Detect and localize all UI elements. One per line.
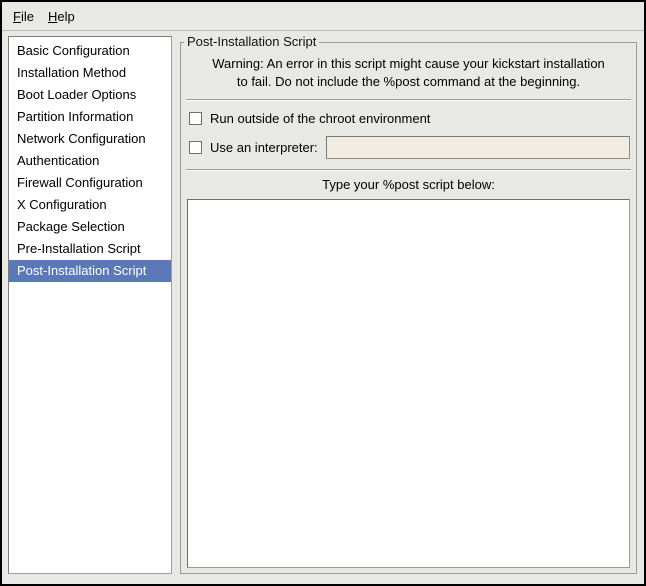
menu-help[interactable]: Help [41, 4, 82, 29]
interpreter-option-row: Use an interpreter: [186, 136, 631, 159]
section-list: Basic Configuration Installation Method … [8, 36, 172, 574]
sidebar-item-package-selection[interactable]: Package Selection [9, 216, 171, 238]
script-area-label: Type your %post script below: [186, 176, 631, 193]
sidebar-item-x-configuration[interactable]: X Configuration [9, 194, 171, 216]
run-outside-chroot-checkbox[interactable] [189, 112, 202, 125]
run-outside-chroot-label[interactable]: Run outside of the chroot environment [210, 111, 430, 126]
sidebar-item-partition-information[interactable]: Partition Information [9, 106, 171, 128]
sidebar-item-installation-method[interactable]: Installation Method [9, 62, 171, 84]
sidebar-item-network-configuration[interactable]: Network Configuration [9, 128, 171, 150]
separator [186, 99, 631, 101]
post-script-textarea[interactable] [187, 199, 630, 568]
warning-text: Warning: An error in this script might c… [186, 55, 631, 91]
post-installation-script-panel: Post-Installation Script Warning: An err… [180, 42, 637, 574]
interpreter-entry[interactable] [326, 136, 630, 159]
kickstart-configurator-window: File Help Basic Configuration Installati… [0, 0, 646, 586]
menu-bar: File Help [2, 2, 644, 31]
use-interpreter-checkbox[interactable] [189, 141, 202, 154]
panel-title: Post-Installation Script [184, 34, 319, 50]
sidebar-item-post-installation-script[interactable]: Post-Installation Script [9, 260, 171, 282]
chroot-option-row: Run outside of the chroot environment [186, 111, 631, 126]
separator [186, 169, 631, 171]
use-interpreter-label[interactable]: Use an interpreter: [210, 140, 318, 155]
menu-file[interactable]: File [6, 4, 41, 29]
sidebar-item-boot-loader-options[interactable]: Boot Loader Options [9, 84, 171, 106]
sidebar-item-authentication[interactable]: Authentication [9, 150, 171, 172]
sidebar-item-pre-installation-script[interactable]: Pre-Installation Script [9, 238, 171, 260]
sidebar-item-firewall-configuration[interactable]: Firewall Configuration [9, 172, 171, 194]
sidebar-item-basic-configuration[interactable]: Basic Configuration [9, 40, 171, 62]
